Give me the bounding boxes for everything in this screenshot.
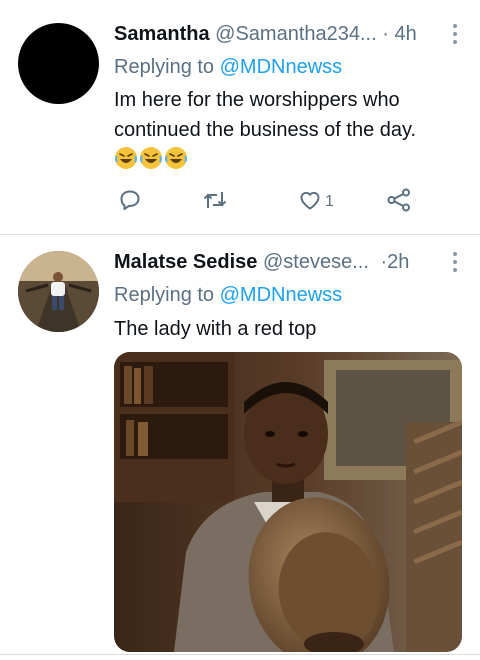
retweet-button[interactable] [202, 188, 228, 216]
tweet-text: The lady with a red top [114, 314, 464, 344]
comment-icon [118, 188, 142, 217]
time-separator: · [382, 23, 389, 45]
tweet-photo[interactable] [114, 352, 462, 652]
tweet-text: Im here for the worshippers who continue… [114, 85, 464, 145]
like-button[interactable]: 1 [298, 188, 334, 216]
tweet-header: Samantha @Samantha234... · 4h [114, 20, 417, 48]
rolling-on-floor-laughing-emoji [139, 146, 163, 170]
mention-link[interactable]: @MDNnewss [220, 56, 343, 78]
user-handle[interactable]: @stevese... [263, 251, 369, 273]
mention-link[interactable]: @MDNnewss [220, 284, 343, 306]
tweet-actions: 1 [114, 188, 424, 216]
tweet-header: Malatse Sedise @stevese... ·2h [114, 248, 409, 276]
tweet-body: The lady with a red top [114, 318, 317, 340]
replying-to: Replying to @MDNnewss [114, 53, 342, 81]
display-name[interactable]: Samantha [114, 23, 210, 45]
replying-to: Replying to @MDNnewss [114, 281, 342, 309]
share-button[interactable] [386, 188, 412, 216]
heart-icon [298, 188, 322, 217]
bottom-divider [0, 654, 480, 655]
more-vertical-icon[interactable] [446, 22, 464, 48]
avatar[interactable] [18, 23, 99, 104]
tweet[interactable]: Malatse Sedise @stevese... ·2h Replying … [0, 235, 480, 660]
tweet[interactable]: Samantha @Samantha234... · 4h Replying t… [0, 0, 480, 232]
display-name[interactable]: Malatse Sedise [114, 251, 257, 273]
share-icon [386, 187, 412, 218]
avatar[interactable] [18, 251, 99, 332]
retweet-icon [202, 188, 228, 217]
timestamp[interactable]: 2h [387, 251, 409, 273]
rolling-on-floor-laughing-emoji [164, 146, 188, 170]
replying-to-label: Replying to [114, 284, 215, 306]
like-count: 1 [325, 193, 334, 210]
replying-to-label: Replying to [114, 56, 215, 78]
reply-button[interactable] [118, 188, 142, 216]
more-vertical-icon[interactable] [446, 250, 464, 276]
tweet-body: Im here for the worshippers who continue… [114, 89, 417, 141]
timestamp[interactable]: 4h [394, 23, 416, 45]
user-handle[interactable]: @Samantha234... [215, 23, 377, 45]
photo-boy-holding-hat [114, 352, 462, 652]
emoji-row [114, 146, 189, 172]
rolling-on-floor-laughing-emoji [114, 146, 138, 170]
